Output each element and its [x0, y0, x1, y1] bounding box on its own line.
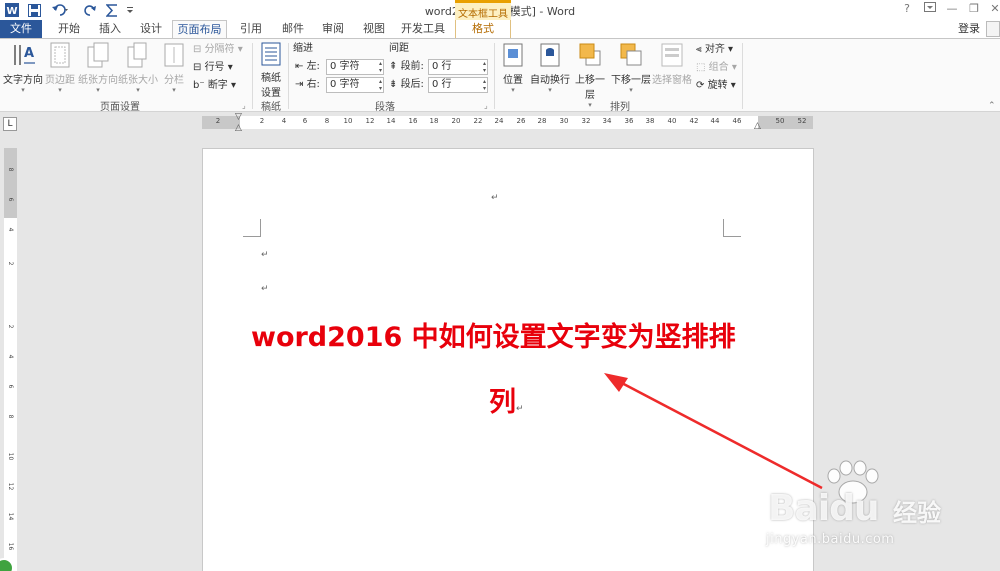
watermark-brand: Baidu [768, 488, 879, 529]
arrow-head [604, 373, 628, 392]
watermark-cn: 经验 [893, 499, 941, 527]
baidu-jingyan-watermark: Baidu 经验 jingyan.baidu.com [760, 460, 1000, 571]
watermark-url: jingyan.baidu.com [766, 532, 895, 547]
